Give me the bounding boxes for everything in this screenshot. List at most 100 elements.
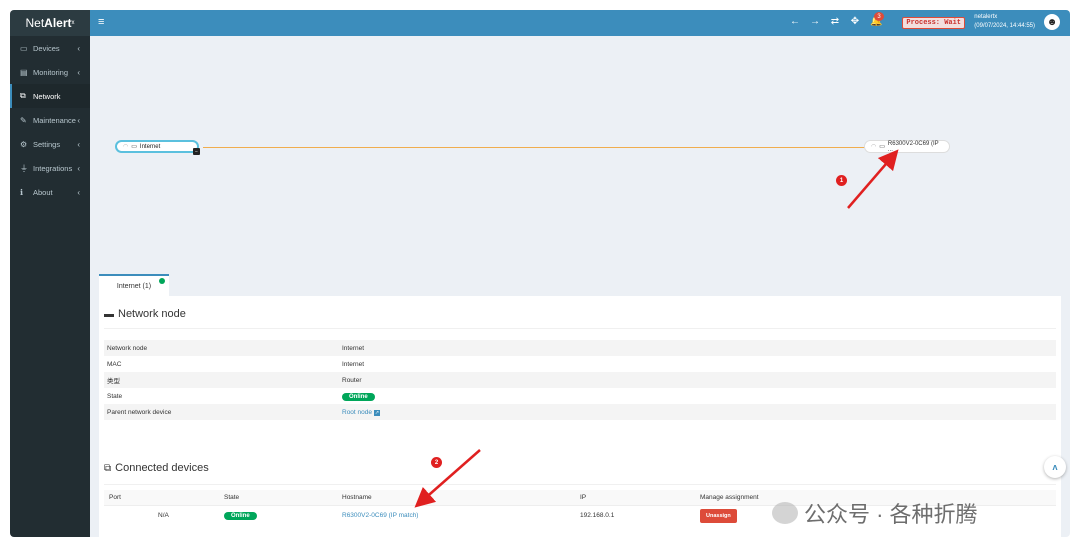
row-key: State [107, 392, 123, 400]
column-header-state[interactable]: State [224, 494, 342, 501]
tab-internet[interactable]: Internet (1) [99, 274, 169, 297]
sidebar-item-integrations[interactable]: ⏚ Integrations ‹ [10, 156, 90, 180]
sidebar: ▭ Devices ‹ ▤ Monitoring ‹ ⧉ Network ✎ Mainten… [10, 36, 90, 537]
chevron-left-icon: ‹ [77, 139, 80, 149]
sync-icon[interactable]: ⇄ [830, 16, 840, 27]
sidebar-item-devices[interactable]: ▭ Devices ‹ [10, 36, 90, 60]
chart-icon: ▤ [20, 67, 28, 77]
external-link-icon[interactable]: ↗ [374, 409, 380, 416]
watermark-text: 公众号 · 各种折腾 [804, 502, 978, 527]
row-value: Internet [342, 360, 365, 368]
section-title: Network node [118, 308, 186, 320]
forward-arrow-icon[interactable]: → [810, 16, 820, 27]
top-bar: ≡ ← → ⇄ ✥ 🔔 3 Process: Wait netalertx (09… [90, 10, 1070, 36]
sidebar-item-about[interactable]: ℹ About ‹ [10, 180, 90, 204]
sitemap-icon: ⧉ [104, 462, 112, 474]
back-arrow-icon[interactable]: ← [790, 16, 800, 27]
gear-icon: ⚙ [20, 139, 28, 149]
chevron-left-icon: ‹ [77, 163, 80, 173]
hamburger-menu-icon[interactable]: ≡ [98, 16, 104, 28]
ip-cell: 192.168.0.1 [580, 511, 615, 519]
table-row: Network node Internet [104, 340, 1056, 356]
sidebar-item-label: Devices [33, 43, 60, 53]
column-header-port[interactable]: Port [104, 494, 224, 501]
online-dot-icon [159, 278, 165, 284]
watermark: 公众号 · 各种折腾 [772, 497, 978, 529]
network-node-table: Network node Internet MAC Internet 类型 Ro… [104, 340, 1056, 420]
section-title: Connected devices [115, 462, 209, 474]
port-cell: N/A [158, 511, 169, 519]
network-node-link[interactable]: Internet [342, 345, 364, 352]
sidebar-item-monitoring[interactable]: ▤ Monitoring ‹ [10, 60, 90, 84]
connected-devices-heading: ⧉ Connected devices [104, 462, 209, 474]
info-icon: ℹ [20, 187, 24, 197]
sidebar-item-maintenance[interactable]: ✎ Maintenance ‹ [10, 108, 90, 132]
node-label: Internet [139, 143, 161, 150]
row-key: MAC [107, 360, 122, 368]
hostname-link[interactable]: R6300V2-0C69 (IP match) [342, 512, 580, 519]
wechat-logo-icon [772, 502, 798, 524]
divider [104, 484, 1056, 485]
laptop-icon: ▭ [20, 43, 28, 53]
logo-x: x [71, 20, 75, 26]
row-key: Network node [107, 344, 148, 352]
chevron-left-icon: ‹ [77, 115, 80, 125]
sidebar-item-label: About [33, 187, 53, 197]
chevron-left-icon: ‹ [77, 67, 80, 77]
process-status: Process: Wait [902, 17, 965, 29]
row-key: 类型 [107, 378, 120, 385]
sidebar-item-label: Network [33, 91, 61, 101]
annotation-marker-2: 2 [431, 457, 442, 468]
chevron-left-icon: ‹ [77, 187, 80, 197]
column-header-hostname[interactable]: Hostname [342, 494, 580, 501]
divider [104, 328, 1056, 329]
network-link-line [203, 147, 883, 148]
user-name: netalertx [974, 14, 998, 20]
table-row: 类型 Router [104, 372, 1056, 388]
notification-badge: 3 [874, 12, 884, 21]
sitemap-icon: ⧉ [20, 91, 26, 100]
sidebar-item-settings[interactable]: ⚙ Settings ‹ [10, 132, 90, 156]
tab-label: Internet (1) [116, 283, 152, 290]
server-icon: ▬ [104, 308, 114, 320]
user-time: (09/07/2024, 14:44:55) [974, 23, 1035, 29]
app-window: Net Alert x ≡ ← → ⇄ ✥ 🔔 3 Process: Wait net… [10, 10, 1070, 537]
floating-action-icon[interactable]: ᴧ [1044, 456, 1066, 478]
network-node-internet[interactable]: ◠ ▭ Internet − [115, 140, 200, 155]
sidebar-item-label: Integrations [33, 163, 73, 173]
table-row: State Online [104, 388, 1056, 404]
row-value: Router [342, 376, 362, 384]
table-row: Parent network device Root node ↗ [104, 404, 1056, 420]
root-node-link[interactable]: Root node [342, 409, 372, 416]
row-key: Parent network device [107, 408, 172, 416]
network-node-router[interactable]: ◠ ▭ R6300V2-0C69 (IP ... [864, 140, 950, 153]
unassign-button[interactable]: Unassign [700, 508, 737, 523]
avatar[interactable]: ☻ [1044, 14, 1060, 30]
collapse-icon[interactable]: − [193, 148, 200, 155]
bell-icon[interactable]: 🔔 3 [870, 12, 884, 27]
network-map[interactable]: ◠ ▭ Internet − ◠ ▭ R6300V2-0C69 (IP ... [90, 36, 1070, 296]
column-header-ip[interactable]: IP [580, 494, 700, 501]
app-logo[interactable]: Net Alert x [10, 10, 90, 36]
node-label: R6300V2-0C69 (IP ... [887, 140, 939, 153]
plug-icon: ⏚ [20, 163, 28, 173]
sidebar-item-label: Monitoring [33, 67, 69, 77]
network-node-heading: ▬ Network node [104, 308, 186, 320]
logo-alert: Alert [44, 16, 72, 30]
laptop-icon: ▭ [131, 144, 137, 150]
sidebar-item-label: Settings [33, 139, 61, 149]
wifi-icon: ◠ [123, 144, 129, 150]
user-info[interactable]: netalertx (09/07/2024, 14:44:55) [974, 13, 1035, 31]
laptop-icon: ▭ [879, 144, 885, 150]
annotation-marker-1: 1 [836, 175, 847, 186]
move-icon[interactable]: ✥ [850, 16, 860, 27]
toolbar-icons: ← → ⇄ ✥ 🔔 3 [790, 12, 884, 27]
logo-net: Net [25, 16, 45, 30]
sidebar-item-network[interactable]: ⧉ Network [10, 84, 90, 108]
wrench-icon: ✎ [20, 115, 27, 125]
chevron-left-icon: ‹ [77, 43, 80, 53]
status-badge: Online [342, 392, 375, 401]
table-row: MAC Internet [104, 356, 1056, 372]
wifi-icon: ◠ [871, 144, 877, 150]
tab-bar: Internet (1) [99, 274, 169, 297]
